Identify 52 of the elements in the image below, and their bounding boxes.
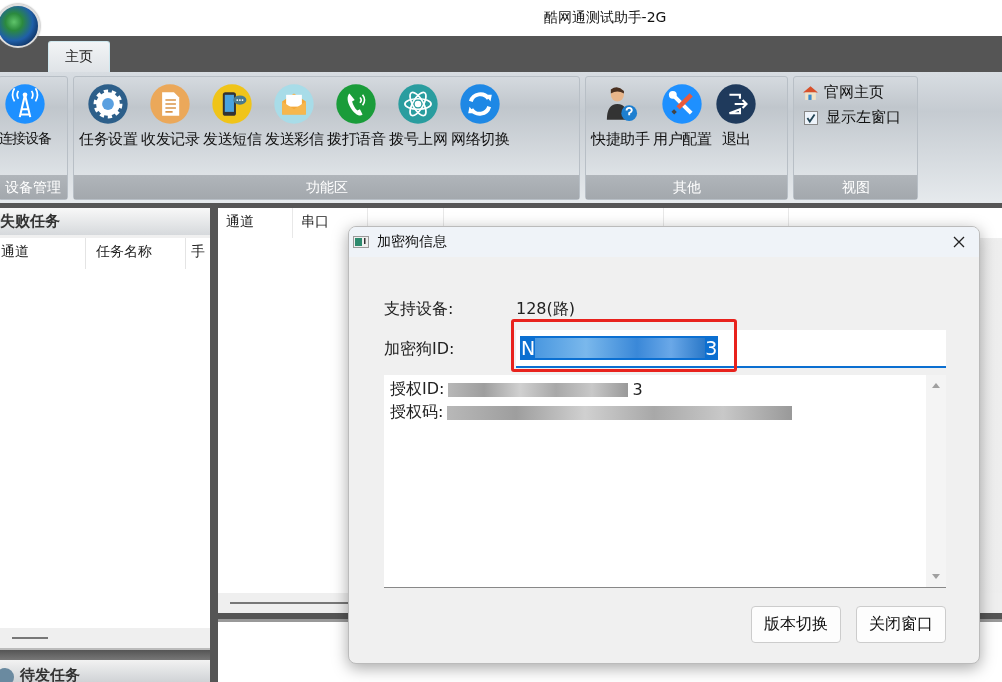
ribbon-button[interactable]: 收发记录 — [140, 81, 200, 175]
ribbon-button[interactable]: 网络切换 — [450, 81, 510, 175]
refresh-icon — [459, 83, 501, 125]
field-label: 加密狗ID: — [384, 338, 456, 360]
ribbon-link[interactable]: 官网主页 — [802, 83, 909, 102]
exit-icon — [715, 83, 757, 125]
group-label: 功能区 — [74, 175, 579, 199]
dialog-title: 加密狗信息 — [377, 233, 448, 251]
dialog-button[interactable]: 关闭窗口 — [856, 606, 946, 643]
envelope-icon — [273, 83, 315, 125]
group-label: 设备管理 — [0, 175, 67, 199]
antenna-icon — [4, 83, 46, 125]
panel-header: 失败任务 — [0, 208, 210, 235]
ribbon-button[interactable]: 用户配置 — [652, 81, 712, 175]
globe-logo[interactable] — [0, 4, 40, 48]
input-field[interactable]: N 3 — [516, 330, 946, 368]
ribbon-button[interactable]: 连接设备 — [0, 81, 51, 175]
field-value: 128(路) — [516, 298, 576, 320]
ribbon-button[interactable]: 发送彩信 — [264, 81, 324, 175]
scroll-down-icon[interactable] — [931, 573, 941, 581]
field-label: 支持设备: — [384, 298, 455, 320]
window-icon — [353, 236, 369, 248]
phone-message-icon — [211, 83, 253, 125]
ribbon-button[interactable]: 发送短信 — [202, 81, 262, 175]
gear-icon — [87, 83, 129, 125]
close-icon — [953, 236, 965, 248]
checkbox-label[interactable]: 显示左窗口 — [826, 108, 901, 127]
checkbox[interactable] — [804, 110, 818, 125]
house-icon — [802, 84, 819, 101]
splitter-handle[interactable] — [0, 648, 210, 660]
ribbon-button[interactable]: 快捷助手 — [590, 81, 650, 175]
ribbon-button[interactable]: 拨打语音 — [326, 81, 386, 175]
dialog-button[interactable]: 版本切换 — [751, 606, 841, 643]
group-label: 视图 — [794, 175, 917, 199]
ribbon-button[interactable]: 退出 — [714, 81, 758, 175]
panel-header: 待发任务 — [0, 660, 210, 682]
column-header[interactable]: 手 — [186, 238, 210, 269]
wrench-screwdriver-icon — [661, 83, 703, 125]
ribbon-button[interactable]: 拨号上网 — [388, 81, 448, 175]
document-icon — [149, 83, 191, 125]
scrollbar[interactable] — [926, 375, 946, 587]
tab[interactable]: 主页 — [48, 41, 110, 72]
phone-call-icon — [335, 83, 377, 125]
info-text: 3 — [632, 380, 643, 399]
group-label: 其他 — [586, 175, 787, 199]
atom-icon — [397, 83, 439, 125]
window-title: 酷网通测试助手-2G — [543, 9, 667, 27]
text-area[interactable]: 授权ID: 3 授权码: — [384, 375, 946, 588]
info-label: 授权码: — [390, 402, 444, 423]
scroll-up-icon[interactable] — [931, 381, 941, 389]
info-label: 授权ID: — [390, 379, 445, 400]
ribbon-button[interactable]: 任务设置 — [78, 81, 138, 175]
